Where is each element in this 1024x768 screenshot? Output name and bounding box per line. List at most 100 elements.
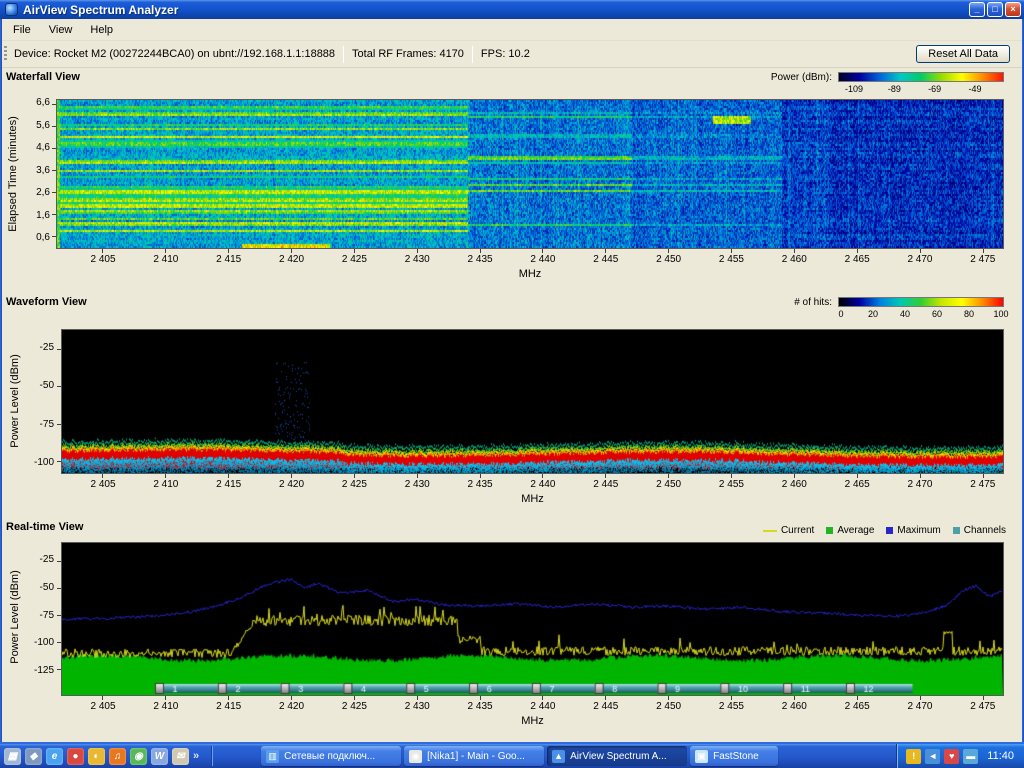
- quick-launch-icon[interactable]: e: [46, 748, 63, 765]
- quick-launch-icon[interactable]: ◐: [88, 748, 105, 765]
- x-tick-label: 2 470: [895, 701, 945, 712]
- window-controls: _ □ ×: [969, 2, 1021, 17]
- taskbar-task-button[interactable]: ◉ [Nika1] - Main - Goo...: [404, 746, 544, 766]
- x-tick-label: 2 460: [769, 479, 819, 490]
- x-tick-label: 2 455: [706, 254, 756, 265]
- tray-icon[interactable]: !: [906, 749, 921, 764]
- x-tick-label: 2 430: [392, 254, 442, 265]
- waterfall-legend-ticks: -109-89-69-49: [854, 84, 975, 94]
- y-tick-label: 0,6: [36, 232, 50, 243]
- quick-launch-icon[interactable]: ▦: [4, 748, 21, 765]
- airview-window: AirView Spectrum Analyzer _ □ × FileView…: [0, 0, 1024, 768]
- legend-item: Maximum: [886, 525, 940, 536]
- realtime-x-tick-marks: [102, 696, 984, 700]
- menu-item[interactable]: Help: [81, 21, 122, 39]
- x-tick-label: 2 460: [769, 701, 819, 712]
- legend-swatch-icon: [763, 530, 777, 532]
- reset-all-data-button[interactable]: Reset All Data: [916, 45, 1010, 63]
- maximize-button[interactable]: □: [987, 2, 1003, 17]
- waterfall-y-tick-labels: 6,65,64,63,62,61,60,6: [16, 97, 50, 243]
- x-tick-label: 2 415: [204, 254, 254, 265]
- quick-launch-glyph-icon: ▦: [8, 751, 17, 762]
- close-button[interactable]: ×: [1005, 2, 1021, 17]
- x-tick-label: 2 420: [267, 479, 317, 490]
- y-tick-label: -50: [40, 582, 54, 593]
- quick-launch-glyph-icon: ◉: [134, 751, 143, 762]
- legend-swatch-icon: [826, 527, 833, 534]
- tray-icon[interactable]: ♥: [944, 749, 959, 764]
- x-tick-label: 2 470: [895, 479, 945, 490]
- menu-item[interactable]: File: [4, 21, 40, 39]
- x-tick-label: 2 450: [644, 701, 694, 712]
- x-tick-label: 2 405: [78, 701, 128, 712]
- y-tick-label: 3,6: [36, 165, 50, 176]
- taskbar-task-button[interactable]: ▲ AirView Spectrum A...: [547, 746, 687, 766]
- waterfall-y-tick-marks: [52, 104, 56, 237]
- task-button-label: Сетевые подключ...: [284, 751, 375, 762]
- taskbar: ▦ ◆ e ● ◐ ♫ ◉ W ✉ » ▥ Сетевые подключ... ◉ [Nika…: [0, 744, 1024, 768]
- x-tick-label: 2 465: [832, 479, 882, 490]
- x-tick-label: 2 410: [141, 254, 191, 265]
- y-tick-label: -75: [40, 419, 54, 430]
- quick-launch-icon[interactable]: ♫: [109, 748, 126, 765]
- x-tick-label: 2 455: [706, 701, 756, 712]
- task-app-icon: ▲: [552, 750, 565, 763]
- waveform-x-tick-marks: [102, 474, 984, 478]
- x-tick-label: 2 405: [78, 479, 128, 490]
- x-tick-label: 2 440: [518, 479, 568, 490]
- tray-icon[interactable]: ▬: [963, 749, 978, 764]
- x-tick-label: 2 410: [141, 479, 191, 490]
- quick-launch-glyph-icon: W: [155, 751, 164, 762]
- legend-swatch-icon: [886, 527, 893, 534]
- quick-launch-icon[interactable]: ◉: [130, 748, 147, 765]
- task-app-icon: ▣: [695, 750, 708, 763]
- device-info: Device: Rocket M2 (00272244BCA0) on ubnt…: [14, 48, 335, 60]
- waterfall-legend-label: Power (dBm):: [712, 72, 832, 83]
- menu-items: FileViewHelp: [4, 21, 122, 39]
- y-tick-label: 4,6: [36, 142, 50, 153]
- taskbar-task-button[interactable]: ▣ FastStone: [690, 746, 778, 766]
- legend-item-label: Maximum: [897, 525, 940, 536]
- x-tick-label: 2 475: [958, 479, 1008, 490]
- quick-launch-area: ▦ ◆ e ● ◐ ♫ ◉ W ✉: [4, 748, 189, 765]
- menu-item[interactable]: View: [40, 21, 82, 39]
- x-tick-label: 2 415: [204, 701, 254, 712]
- realtime-y-tick-labels: -25-50-75-100-125: [16, 554, 54, 676]
- app-icon: [5, 3, 18, 16]
- quick-launch-glyph-icon: e: [52, 751, 58, 762]
- x-tick-label: 2 425: [329, 254, 379, 265]
- toolbar-grip-handle[interactable]: [4, 46, 7, 62]
- quick-launch-overflow-icon[interactable]: »: [193, 750, 199, 762]
- waveform-legend-ticks: 020406080100: [841, 309, 1001, 319]
- task-button-label: AirView Spectrum A...: [570, 751, 667, 762]
- title-bar[interactable]: AirView Spectrum Analyzer _ □ ×: [0, 0, 1024, 19]
- y-tick-label: -25: [40, 342, 54, 353]
- quick-launch-icon[interactable]: ◆: [25, 748, 42, 765]
- x-tick-label: 2 470: [895, 254, 945, 265]
- waveform-x-axis-label: MHz: [62, 493, 1003, 505]
- x-tick-label: 2 455: [706, 479, 756, 490]
- x-tick-label: 2 465: [832, 254, 882, 265]
- quick-launch-icon[interactable]: W: [151, 748, 168, 765]
- quick-launch-icon[interactable]: ✉: [172, 748, 189, 765]
- realtime-spectrum-plot: [62, 543, 1003, 695]
- x-tick-label: 2 430: [392, 701, 442, 712]
- quick-launch-icon[interactable]: ●: [67, 748, 84, 765]
- y-tick-label: -100: [34, 457, 54, 468]
- realtime-view-title: Real-time View: [6, 521, 83, 533]
- window-border-left: [0, 19, 2, 744]
- x-tick-label: 2 435: [455, 701, 505, 712]
- tray-icon[interactable]: ◄: [925, 749, 940, 764]
- x-tick-label: 2 445: [581, 254, 631, 265]
- waterfall-spectrogram: [57, 100, 1003, 248]
- taskbar-divider: [211, 746, 213, 766]
- realtime-legend: Current Average Maximum Channels: [763, 525, 1006, 536]
- x-tick-label: 2 435: [455, 254, 505, 265]
- taskbar-task-button[interactable]: ▥ Сетевые подключ...: [261, 746, 401, 766]
- toolbar-separator: [343, 46, 344, 63]
- minimize-button[interactable]: _: [969, 2, 985, 17]
- quick-launch-glyph-icon: ◐: [93, 751, 99, 762]
- x-tick-label: 2 465: [832, 701, 882, 712]
- toolbar-separator: [472, 46, 473, 63]
- taskbar-clock[interactable]: 11:40: [987, 750, 1014, 762]
